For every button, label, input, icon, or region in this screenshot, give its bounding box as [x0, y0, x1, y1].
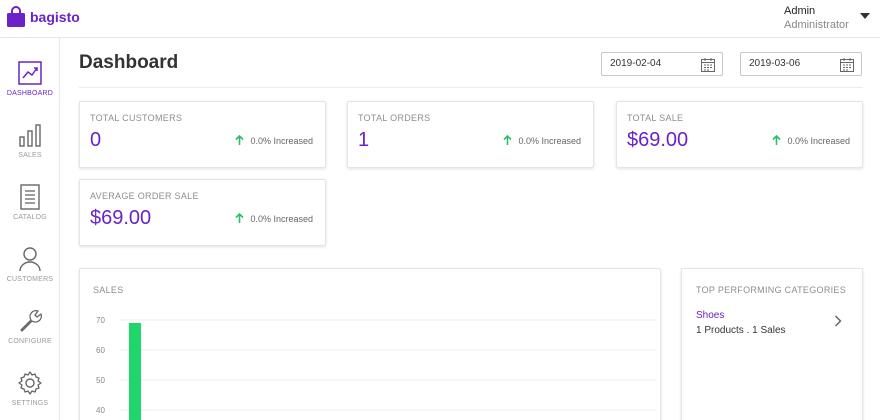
bar-chart-icon: [19, 124, 41, 147]
category-sales: 1 Sales: [752, 325, 786, 336]
sidebar-item-settings[interactable]: SETTINGS: [0, 370, 60, 420]
stat-trend: 0.0% Increased: [235, 135, 313, 146]
sidebar-label-customers: CUSTOMERS: [6, 276, 54, 283]
calendar-icon[interactable]: [839, 57, 855, 73]
stat-title: AVERAGE ORDER SALE: [90, 191, 199, 201]
gear-icon: [18, 371, 42, 395]
category-meta: 1 Products . 1 Sales: [696, 325, 786, 336]
wrench-icon: [20, 310, 42, 332]
stat-trend-text: 0.0% Increased: [250, 135, 313, 146]
top-header: bagisto Admin Administrator: [0, 0, 880, 38]
arrow-up-icon: [503, 135, 513, 145]
caret-down-icon[interactable]: [860, 13, 870, 19]
sales-chart: 70 60 50 40: [96, 316, 656, 420]
stat-title: TOTAL ORDERS: [358, 113, 431, 123]
end-date-value: 2019-03-06: [749, 58, 801, 69]
sidebar-item-catalog[interactable]: CATALOG: [0, 184, 60, 244]
stat-trend-text: 0.0% Increased: [518, 135, 581, 146]
chevron-right-icon[interactable]: [834, 315, 842, 327]
y-tick-label: 40: [96, 406, 105, 415]
end-date-input[interactable]: 2019-03-06: [740, 52, 862, 76]
top-categories-panel: TOP PERFORMING CATEGORIES Shoes 1 Produc…: [681, 268, 863, 420]
top-categories-title: TOP PERFORMING CATEGORIES: [696, 285, 847, 295]
start-date-value: 2019-02-04: [610, 58, 662, 69]
person-icon: [19, 247, 41, 272]
arrow-up-icon: [235, 213, 245, 223]
user-name: Admin: [784, 5, 816, 17]
category-name[interactable]: Shoes: [696, 310, 724, 321]
stat-trend-text: 0.0% Increased: [787, 135, 850, 146]
stat-trend: 0.0% Increased: [772, 135, 850, 146]
dashboard-chart-icon: [18, 61, 42, 85]
sales-bar[interactable]: [129, 323, 141, 420]
stat-card-average-order-sale: AVERAGE ORDER SALE $69.00 0.0% Increased: [79, 179, 326, 246]
stat-title: TOTAL SALE: [627, 113, 684, 123]
sidebar-label-configure: CONFIGURE: [8, 338, 52, 345]
user-menu[interactable]: Admin Administrator: [784, 4, 849, 32]
brand-logo[interactable]: bagisto: [6, 6, 80, 28]
stat-card-total-orders: TOTAL ORDERS 1 0.0% Increased: [347, 101, 594, 168]
stat-trend-text: 0.0% Increased: [250, 213, 313, 224]
stat-value: $69.00: [90, 207, 152, 229]
brand-name: bagisto: [30, 9, 80, 25]
sidebar-item-dashboard[interactable]: DASHBOARD: [0, 60, 60, 120]
stat-value: 1: [358, 129, 370, 151]
document-list-icon: [20, 184, 40, 210]
start-date-input[interactable]: 2019-02-04: [601, 52, 723, 76]
user-role: Administrator: [784, 19, 849, 31]
sidebar-label-settings: SETTINGS: [11, 400, 49, 407]
arrow-up-icon: [235, 135, 245, 145]
sales-chart-panel: SALES 70 60 50 40: [79, 268, 661, 420]
calendar-icon[interactable]: [700, 57, 716, 73]
stat-trend: 0.0% Increased: [503, 135, 581, 146]
y-tick-label: 50: [96, 376, 105, 385]
arrow-up-icon: [772, 135, 782, 145]
y-tick-label: 60: [96, 346, 105, 355]
stat-value: 0: [90, 129, 102, 151]
sidebar-label-dashboard: DASHBOARD: [6, 90, 54, 97]
sidebar: DASHBOARD SALES CATALOG CUSTOMERS CONFIG…: [0, 38, 60, 420]
category-products: 1 Products: [696, 325, 744, 336]
stat-value: $69.00: [627, 129, 689, 151]
stat-card-total-sale: TOTAL SALE $69.00 0.0% Increased: [616, 101, 863, 168]
stat-card-total-customers: TOTAL CUSTOMERS 0 0.0% Increased: [79, 101, 326, 168]
sidebar-label-catalog: CATALOG: [13, 214, 47, 221]
sidebar-item-customers[interactable]: CUSTOMERS: [0, 246, 60, 306]
y-tick-label: 70: [96, 316, 105, 325]
page-title: Dashboard: [79, 52, 179, 73]
stat-title: TOTAL CUSTOMERS: [90, 113, 183, 123]
sidebar-item-configure[interactable]: CONFIGURE: [0, 308, 60, 368]
sidebar-label-sales: SALES: [18, 152, 42, 159]
header-divider: [79, 87, 863, 88]
stat-trend: 0.0% Increased: [235, 213, 313, 224]
category-separator: .: [746, 325, 750, 336]
shopping-bag-icon: [7, 6, 25, 27]
sidebar-item-sales[interactable]: SALES: [0, 122, 60, 182]
